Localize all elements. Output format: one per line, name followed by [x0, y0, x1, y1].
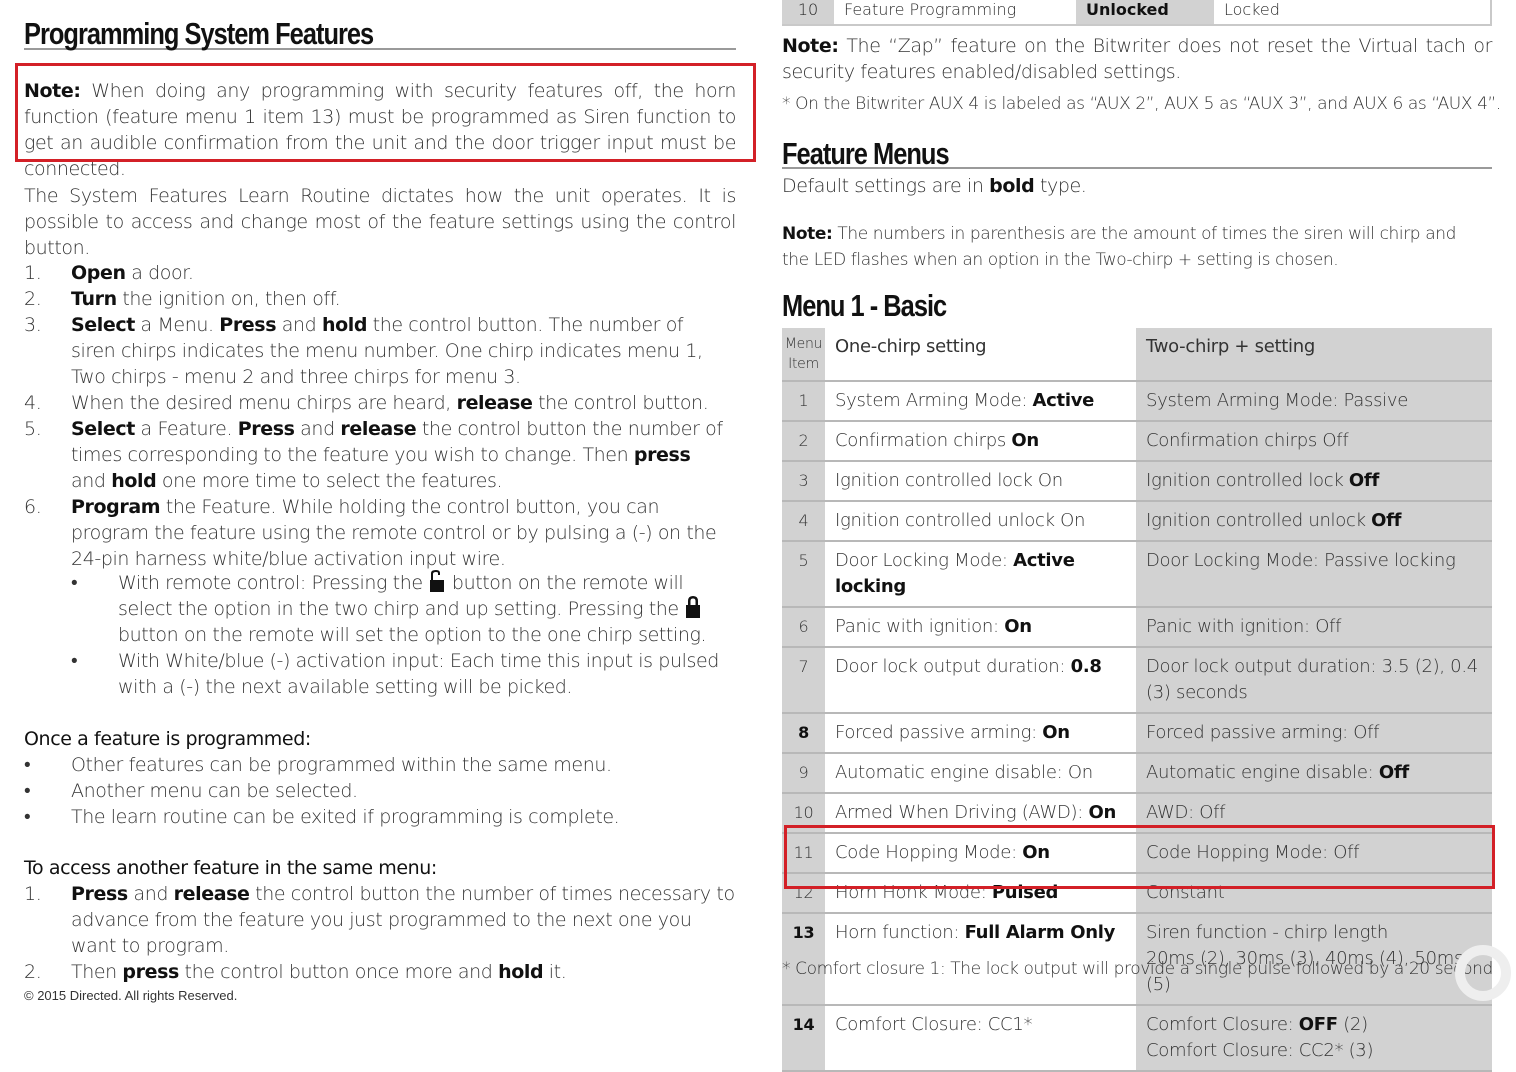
access-step-item: 1. Press and release the control button t… — [24, 881, 736, 959]
table-row-item-9: 9 Automatic engine disable: On Automatic e… — [782, 753, 1492, 794]
list-number: 3. — [24, 314, 42, 336]
feature-menus-title: Feature Menus — [782, 136, 950, 171]
step6-bullets: • With remote control: Pressing the butt… — [24, 570, 736, 700]
access-step-item: 2. Then press the control button once mor… — [24, 959, 736, 985]
menu-item-number: 3 — [782, 461, 825, 502]
copyright-footer: © 2015 Directed. All rights Reserved. — [24, 988, 238, 1003]
unlock-icon — [430, 570, 445, 592]
two-chirp-setting: Door lock output duration: 3.5 (2), 0.4 … — [1136, 647, 1492, 714]
list-text: Open a door. — [71, 262, 194, 284]
one-chirp-setting: Confirmation chirps On — [825, 421, 1136, 462]
step-item: 4. When the desired menu chirps are heard… — [24, 390, 724, 416]
list-number: 5. — [24, 418, 42, 440]
header-menu-item: Menu Item — [782, 328, 825, 382]
once-heading: Once a feature is programmed: — [24, 728, 311, 750]
list-number: 6. — [24, 496, 42, 518]
one-chirp-setting: Forced passive arming: On — [825, 713, 1136, 754]
step-item: 2. Turn the ignition on, then off. — [24, 286, 724, 312]
table-row-item-7: 7 Door lock output duration: 0.8 Door lock… — [782, 647, 1492, 714]
two-chirp-setting: Door Locking Mode: Passive locking — [1136, 541, 1492, 608]
item-13-highlight-box — [784, 825, 1495, 889]
access-heading: To access another feature in the same me… — [24, 857, 437, 879]
one-chirp-setting: System Arming Mode: Active — [825, 381, 1136, 422]
row-feature: Feature Programming — [834, 0, 1076, 24]
table-row-item-4: 4 Ignition controlled unlock On Ignition c… — [782, 501, 1492, 542]
parenthesis-note: Note: The numbers in parenthesis are the… — [782, 224, 1456, 270]
two-chirp-setting: Confirmation chirps Off — [1136, 421, 1492, 462]
list-text: Select a Feature. Press and release the … — [71, 418, 723, 492]
list-number: 4. — [24, 392, 42, 414]
menu-item-number: 1 — [782, 381, 825, 422]
row-default: Unlocked — [1076, 0, 1214, 24]
menu-item-number: 7 — [782, 647, 825, 714]
list-number: 1. — [24, 262, 42, 284]
list-number: 2. — [24, 961, 42, 983]
table-header-row: Menu Item One-chirp setting Two-chirp + … — [782, 328, 1492, 382]
two-chirp-setting: Ignition controlled lock Off — [1136, 461, 1492, 502]
menu-item-number: 9 — [782, 753, 825, 794]
menu-item-number: 5 — [782, 541, 825, 608]
access-list: 1. Press and release the control button t… — [24, 881, 736, 985]
table-row-item-2: 2 Confirmation chirps On Confirmation chir… — [782, 421, 1492, 462]
step-item: 5. Select a Feature. Press and release th… — [24, 416, 724, 494]
row-num: 10 — [782, 0, 834, 24]
two-chirp-setting: Automatic engine disable: Off — [1136, 753, 1492, 794]
menu-1-title: Menu 1 - Basic — [782, 288, 947, 323]
default-settings-note: Default settings are in bold type. — [782, 175, 1087, 197]
row-alt: Locked — [1214, 0, 1492, 24]
previous-table-row: 10 Feature Programming Unlocked Locked — [782, 0, 1492, 26]
list-text: Select a Menu. Press and hold the contro… — [71, 314, 703, 388]
one-chirp-setting: Automatic engine disable: On — [825, 753, 1136, 794]
comfort-closure-footnote: * Comfort closure 1: The lock output wil… — [782, 959, 1493, 979]
zap-note: Note: The “Zap” feature on the Bitwriter… — [782, 35, 1492, 83]
table-row-item-14: 14 Comfort Closure: CC1* Comfort Closure: … — [782, 1005, 1492, 1072]
two-chirp-setting: Panic with ignition: Off — [1136, 607, 1492, 648]
table-row-item-8: 8 Forced passive arming: On Forced passive… — [782, 713, 1492, 754]
list-text: When the desired menu chirps are heard, … — [71, 392, 709, 414]
list-number: 1. — [24, 883, 42, 905]
step-item: 3. Select a Menu. Press and hold the cont… — [24, 312, 724, 390]
header-two-chirp: Two-chirp + setting — [1136, 328, 1492, 382]
list-text: Press and release the control button the… — [71, 883, 735, 957]
menu-item-number: 8 — [782, 713, 825, 754]
list-number: 2. — [24, 288, 42, 310]
note-highlight-box — [15, 63, 756, 162]
page-title: Programming System Features — [24, 16, 374, 51]
step-item: 1. Open a door. — [24, 260, 724, 286]
activation-input-bullet: • With White/blue (-) activation input: … — [71, 650, 719, 698]
list-text: Turn the ignition on, then off. — [71, 288, 341, 310]
table-row-item-5: 5 Door Locking Mode: Active locking Door L… — [782, 541, 1492, 608]
menu-item-number: 4 — [782, 501, 825, 542]
table-row-item-3: 3 Ignition controlled lock On Ignition con… — [782, 461, 1492, 502]
menu-item-number: 14 — [782, 1005, 825, 1072]
bullet-item: • The learn routine can be exited if prog… — [24, 806, 620, 828]
one-chirp-setting: Comfort Closure: CC1* — [825, 1005, 1136, 1072]
remote-control-bullet: • With remote control: Pressing the butt… — [71, 570, 707, 646]
two-chirp-setting: System Arming Mode: Passive — [1136, 381, 1492, 422]
bullet-item: • Other features can be programmed within… — [24, 754, 612, 776]
table-row-item-6: 6 Panic with ignition: On Panic with ignit… — [782, 607, 1492, 648]
aux-footnote: * On the Bitwriter AUX 4 is labeled as “… — [782, 94, 1501, 114]
step-item: 6. Program the Feature. While holding the… — [24, 494, 724, 572]
one-chirp-setting: Ignition controlled lock On — [825, 461, 1136, 502]
lock-icon — [686, 596, 701, 618]
intro-paragraph: The System Features Learn Routine dictat… — [24, 185, 736, 259]
one-chirp-setting: Ignition controlled unlock On — [825, 501, 1136, 542]
bullet-item: • Another menu can be selected. — [24, 780, 358, 802]
two-chirp-setting: Ignition controlled unlock Off — [1136, 501, 1492, 542]
two-chirp-setting: Forced passive arming: Off — [1136, 713, 1492, 754]
one-chirp-setting: Door Locking Mode: Active locking — [825, 541, 1136, 608]
steps-list: 1. Open a door. 2. Turn the ignition on, th… — [24, 260, 724, 572]
once-list: • Other features can be programmed within… — [24, 752, 736, 830]
one-chirp-setting: Door lock output duration: 0.8 — [825, 647, 1136, 714]
menu-item-number: 6 — [782, 607, 825, 648]
menu-item-number: 2 — [782, 421, 825, 462]
watermark-logo — [1455, 945, 1511, 1001]
list-text: Program the Feature. While holding the c… — [71, 496, 717, 570]
list-text: Then press the control button once more … — [71, 961, 567, 983]
header-one-chirp: One-chirp setting — [825, 328, 1136, 382]
one-chirp-setting: Panic with ignition: On — [825, 607, 1136, 648]
table-row-item-1: 1 System Arming Mode: Active System Arming… — [782, 381, 1492, 422]
two-chirp-setting: Comfort Closure: OFF (2) Comfort Closure:… — [1136, 1005, 1492, 1072]
